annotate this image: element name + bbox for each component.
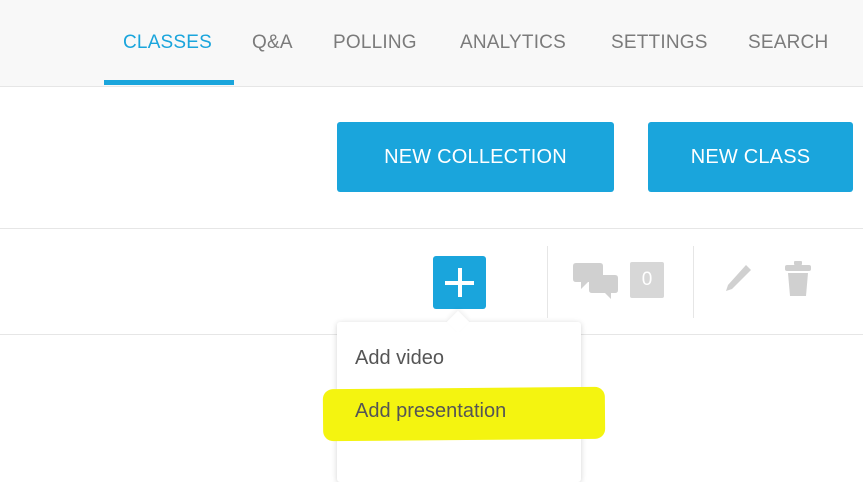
tab-classes[interactable]: CLASSES bbox=[123, 32, 212, 54]
new-class-button[interactable]: NEW CLASS bbox=[648, 122, 853, 192]
top-navigation: CLASSES Q&A POLLING ANALYTICS SETTINGS S… bbox=[0, 0, 863, 87]
pencil-icon[interactable] bbox=[722, 262, 754, 296]
menu-item-add-presentation[interactable]: Add presentation bbox=[355, 400, 506, 423]
chat-bubbles-icon[interactable] bbox=[573, 261, 621, 301]
active-tab-indicator bbox=[104, 80, 234, 85]
toolbar-divider bbox=[547, 246, 548, 318]
tab-search[interactable]: SEARCH bbox=[748, 32, 828, 54]
tab-settings[interactable]: SETTINGS bbox=[611, 32, 708, 54]
new-collection-button[interactable]: NEW COLLECTION bbox=[337, 122, 614, 192]
tab-polling[interactable]: POLLING bbox=[333, 32, 417, 54]
add-content-button[interactable] bbox=[433, 256, 486, 309]
toolbar-divider bbox=[693, 246, 694, 318]
section-divider-top bbox=[0, 228, 863, 229]
tab-qa[interactable]: Q&A bbox=[252, 32, 293, 54]
tab-analytics[interactable]: ANALYTICS bbox=[460, 32, 566, 54]
menu-item-add-video[interactable]: Add video bbox=[355, 347, 444, 370]
trash-icon[interactable] bbox=[782, 260, 814, 298]
comments-count-badge: 0 bbox=[630, 262, 664, 298]
